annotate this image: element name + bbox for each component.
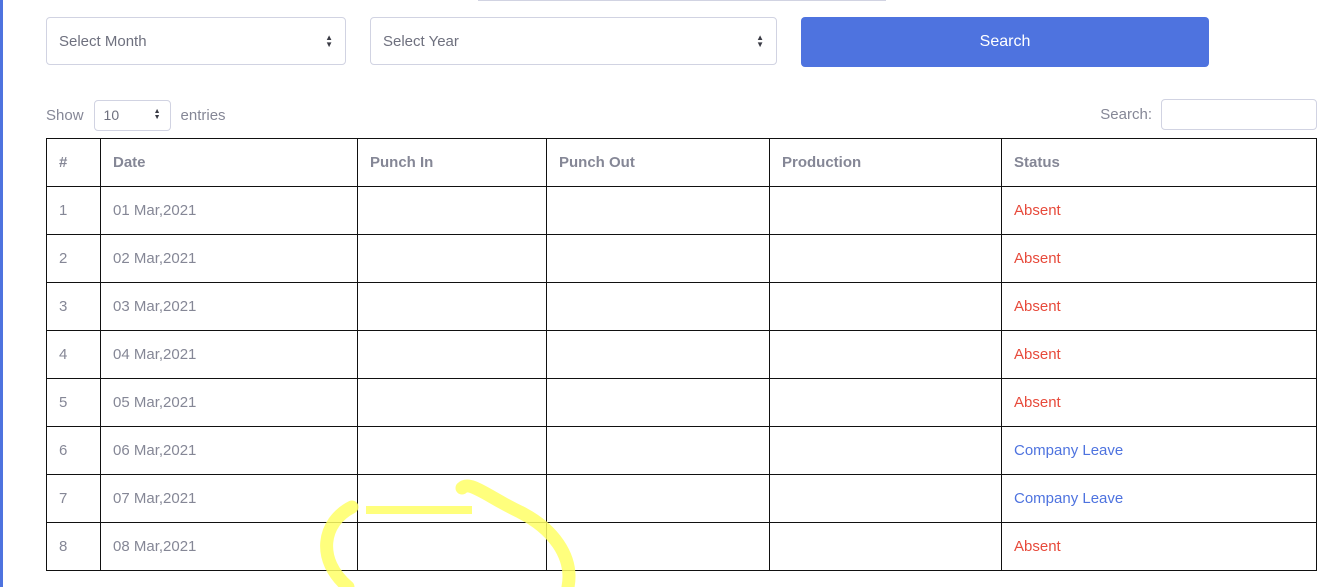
search-label: Search: [1100, 106, 1152, 123]
row-production [769, 186, 1002, 235]
row-punch-out [546, 426, 770, 475]
row-status: Absent [1001, 186, 1317, 235]
row-punch-out [546, 522, 770, 571]
year-select[interactable]: Select Year ▲ ▼ [370, 17, 777, 65]
select-caret-icon: ▲ ▼ [153, 108, 161, 121]
row-punch-out [546, 330, 770, 379]
row-punch-out [546, 186, 770, 235]
row-production [769, 282, 1002, 331]
row-date: 03 Mar,2021 [100, 282, 358, 331]
row-status: Absent [1001, 378, 1317, 427]
row-status: Company Leave [1001, 474, 1317, 523]
row-number: 4 [46, 330, 101, 379]
row-production [769, 426, 1002, 475]
row-production [769, 378, 1002, 427]
row-number: 6 [46, 426, 101, 475]
header-date[interactable]: Date [100, 138, 358, 187]
table-row: 6 06 Mar,2021 Company Leave [46, 426, 1317, 475]
row-number: 3 [46, 282, 101, 331]
row-status: Company Leave [1001, 426, 1317, 475]
row-punch-out [546, 378, 770, 427]
row-punch-in [357, 474, 547, 523]
entries-label: entries [180, 106, 226, 124]
row-number: 1 [46, 186, 101, 235]
row-punch-in [357, 234, 547, 283]
row-status: Absent [1001, 330, 1317, 379]
row-production [769, 234, 1002, 283]
row-number: 8 [46, 522, 101, 571]
row-production [769, 330, 1002, 379]
table-row: 4 04 Mar,2021 Absent [46, 330, 1317, 379]
row-date: 02 Mar,2021 [100, 234, 358, 283]
table-search-input[interactable] [1161, 99, 1317, 130]
row-date: 04 Mar,2021 [100, 330, 358, 379]
header-punch-in[interactable]: Punch In [357, 138, 547, 187]
row-punch-out [546, 474, 770, 523]
table-row: 1 01 Mar,2021 Absent [46, 186, 1317, 235]
row-punch-out [546, 234, 770, 283]
row-date: 08 Mar,2021 [100, 522, 358, 571]
table-row: 5 05 Mar,2021 Absent [46, 378, 1317, 427]
row-status: Absent [1001, 282, 1317, 331]
table-row: 3 03 Mar,2021 Absent [46, 282, 1317, 331]
top-divider [478, 0, 886, 1]
row-punch-out [546, 282, 770, 331]
row-date: 06 Mar,2021 [100, 426, 358, 475]
header-status[interactable]: Status [1001, 138, 1317, 187]
header-punch-out[interactable]: Punch Out [546, 138, 770, 187]
entries-count: 10 [103, 107, 120, 123]
month-select-label: Select Month [59, 32, 147, 50]
attendance-table: # Date Punch In Punch Out Production Sta… [46, 138, 1317, 571]
row-punch-in [357, 282, 547, 331]
row-date: 05 Mar,2021 [100, 378, 358, 427]
row-production [769, 474, 1002, 523]
row-number: 2 [46, 234, 101, 283]
table-row: 8 08 Mar,2021 Absent [46, 522, 1317, 571]
row-number: 7 [46, 474, 101, 523]
row-date: 01 Mar,2021 [100, 186, 358, 235]
row-production [769, 522, 1002, 571]
table-row: 7 07 Mar,2021 Company Leave [46, 474, 1317, 523]
row-date: 07 Mar,2021 [100, 474, 358, 523]
row-status: Absent [1001, 234, 1317, 283]
entries-length-control: Show 10 ▲ ▼ entries [46, 99, 226, 131]
year-select-label: Select Year [383, 32, 459, 50]
month-select[interactable]: Select Month ▲ ▼ [46, 17, 346, 65]
select-caret-icon: ▲ ▼ [756, 33, 764, 49]
table-search: Search: [1100, 99, 1317, 130]
row-punch-in [357, 186, 547, 235]
row-punch-in [357, 378, 547, 427]
row-status: Absent [1001, 522, 1317, 571]
table-header-row: # Date Punch In Punch Out Production Sta… [46, 138, 1317, 187]
table-row: 2 02 Mar,2021 Absent [46, 234, 1317, 283]
header-production[interactable]: Production [769, 138, 1002, 187]
row-punch-in [357, 426, 547, 475]
row-punch-in [357, 330, 547, 379]
sidebar-edge [0, 0, 3, 587]
header-number[interactable]: # [46, 138, 101, 187]
entries-select[interactable]: 10 ▲ ▼ [93, 99, 171, 131]
row-number: 5 [46, 378, 101, 427]
show-label: Show [46, 106, 84, 124]
select-caret-icon: ▲ ▼ [325, 33, 333, 49]
search-button[interactable]: Search [801, 17, 1209, 67]
row-punch-in [357, 522, 547, 571]
